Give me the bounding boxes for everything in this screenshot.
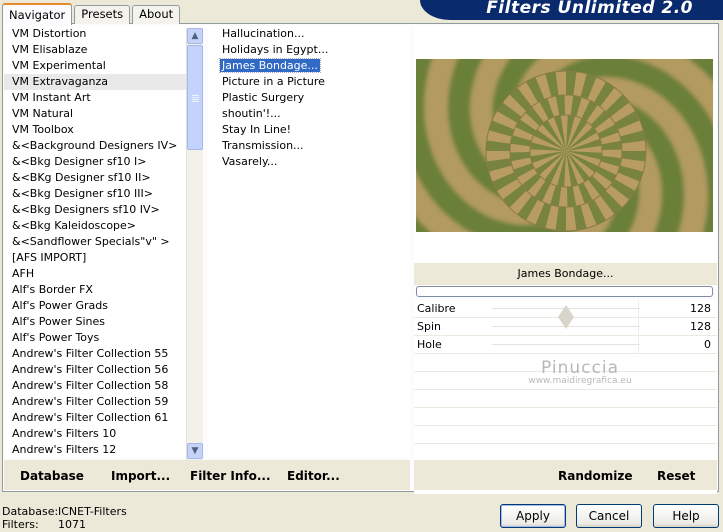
- param-row-calibre[interactable]: Calibre 128: [414, 300, 717, 318]
- category-item[interactable]: Alf's Border FX: [4, 282, 186, 298]
- filter-item-label: Holidays in Egypt...: [222, 43, 329, 56]
- right-toolbar: Randomize Reset: [414, 460, 717, 490]
- scroll-thumb[interactable]: [187, 45, 203, 150]
- filters-count: 1071: [58, 518, 86, 531]
- preview-image: [416, 59, 713, 232]
- category-item[interactable]: VM Extravaganza: [4, 74, 186, 90]
- category-item[interactable]: &<Bkg Kaleidoscope>: [4, 218, 186, 234]
- category-item[interactable]: &<BKg Designer sf10 II>: [4, 170, 186, 186]
- category-item[interactable]: Andrew's Filter Collection 59: [4, 394, 186, 410]
- database-button[interactable]: Database: [20, 469, 84, 483]
- filter-item[interactable]: Hallucination...: [208, 26, 410, 42]
- category-item[interactable]: VM Toolbox: [4, 122, 186, 138]
- filter-item-label: Vasarely...: [222, 155, 278, 168]
- filter-info-button[interactable]: Filter Info...: [190, 469, 271, 483]
- reset-button[interactable]: Reset: [657, 469, 695, 483]
- filter-item[interactable]: shoutin'!...: [208, 106, 410, 122]
- category-item[interactable]: Alf's Power Grads: [4, 298, 186, 314]
- scroll-up-icon[interactable]: ▲: [187, 28, 203, 44]
- param-row-empty: [414, 354, 717, 372]
- slider-thumb[interactable]: [558, 317, 574, 329]
- progress-bar: [416, 286, 713, 297]
- filter-item[interactable]: Vasarely...: [208, 154, 410, 170]
- tab-about[interactable]: About: [132, 5, 181, 24]
- param-row-spin[interactable]: Spin 128: [414, 317, 717, 336]
- category-item[interactable]: VM Distortion: [4, 26, 186, 42]
- filter-item[interactable]: Holidays in Egypt...: [208, 42, 410, 58]
- param-row-empty: [414, 372, 717, 390]
- filters-label: Filters:: [2, 518, 39, 531]
- status-area: Database:ICNET-Filters Filters: 1071: [2, 505, 127, 531]
- apply-button[interactable]: Apply: [500, 504, 566, 528]
- category-scrollbar[interactable]: ▲ ▼: [186, 28, 203, 460]
- category-item[interactable]: &<Bkg Designers sf10 IV>: [4, 202, 186, 218]
- filter-list[interactable]: Hallucination... Holidays in Egypt... Jame…: [208, 26, 410, 458]
- param-row-empty: [414, 408, 717, 426]
- category-item[interactable]: &<Bkg Designer sf10 I>: [4, 154, 186, 170]
- filter-item-label: Plastic Surgery: [222, 91, 305, 104]
- category-item[interactable]: AFH: [4, 266, 186, 282]
- category-item[interactable]: VM Elisablaze: [4, 42, 186, 58]
- category-item[interactable]: Andrew's Filter Collection 61: [4, 410, 186, 426]
- cancel-button[interactable]: Cancel: [576, 504, 642, 528]
- category-item[interactable]: Alf's Power Toys: [4, 330, 186, 346]
- category-item[interactable]: Andrew's Filter Collection 55: [4, 346, 186, 362]
- filter-item[interactable]: James Bondage...: [208, 58, 410, 74]
- category-item[interactable]: VM Experimental: [4, 58, 186, 74]
- left-toolbar: Database Import... Filter Info... Editor…: [4, 460, 410, 490]
- randomize-button[interactable]: Randomize: [558, 469, 632, 483]
- filter-item-label: Hallucination...: [222, 27, 305, 40]
- database-value: ICNET-Filters: [58, 505, 127, 518]
- filter-item[interactable]: Plastic Surgery: [208, 90, 410, 106]
- tab-presets[interactable]: Presets: [74, 5, 131, 24]
- category-item[interactable]: Andrew's Filters 12: [4, 442, 186, 458]
- param-row-empty: [414, 390, 717, 408]
- filter-item-label: Stay In Line!: [222, 123, 292, 136]
- filter-item[interactable]: Stay In Line!: [208, 122, 410, 138]
- param-label: Spin: [417, 320, 441, 333]
- app-title: Filters Unlimited 2.0: [486, 0, 693, 18]
- param-label: Hole: [417, 338, 442, 351]
- filter-item-label: James Bondage...: [219, 58, 321, 73]
- filter-item-label: Picture in a Picture: [222, 75, 325, 88]
- param-label: Calibre: [417, 302, 456, 315]
- help-button[interactable]: Help: [653, 504, 719, 528]
- category-item[interactable]: &<Background Designers IV>: [4, 138, 186, 154]
- category-item[interactable]: &<Sandflower Specials"v" >: [4, 234, 186, 250]
- category-item[interactable]: Andrew's Filter Collection 58: [4, 378, 186, 394]
- param-value: 0: [704, 338, 711, 351]
- category-item[interactable]: Alf's Power Sines: [4, 314, 186, 330]
- param-value: 128: [690, 320, 711, 333]
- tab-bar: Navigator Presets About: [2, 2, 182, 25]
- tab-navigator[interactable]: Navigator: [2, 3, 73, 25]
- category-item[interactable]: &<Bkg Designer sf10 III>: [4, 186, 186, 202]
- filter-item-label: shoutin'!...: [222, 107, 281, 120]
- param-value: 128: [690, 302, 711, 315]
- title-banner: Filters Unlimited 2.0: [420, 0, 723, 20]
- slider-thumb[interactable]: [558, 305, 574, 317]
- param-row-hole[interactable]: Hole 0: [414, 336, 717, 354]
- category-item[interactable]: VM Instant Art: [4, 90, 186, 106]
- preview-filter-name: James Bondage...: [414, 263, 717, 285]
- filter-item-label: Transmission...: [222, 139, 304, 152]
- category-item[interactable]: Andrew's Filter Collection 56: [4, 362, 186, 378]
- category-list[interactable]: VM Distortion VM Elisablaze VM Experimenta…: [4, 26, 186, 458]
- category-item[interactable]: VM Natural: [4, 106, 186, 122]
- param-row-empty: [414, 426, 717, 444]
- category-item[interactable]: Andrew's Filters 10: [4, 426, 186, 442]
- filter-item[interactable]: Picture in a Picture: [208, 74, 410, 90]
- scroll-down-icon[interactable]: ▼: [187, 443, 203, 459]
- category-item[interactable]: [AFS IMPORT]: [4, 250, 186, 266]
- editor-button[interactable]: Editor...: [287, 469, 340, 483]
- import-button[interactable]: Import...: [111, 469, 170, 483]
- database-label: Database:: [2, 505, 59, 518]
- filter-item[interactable]: Transmission...: [208, 138, 410, 154]
